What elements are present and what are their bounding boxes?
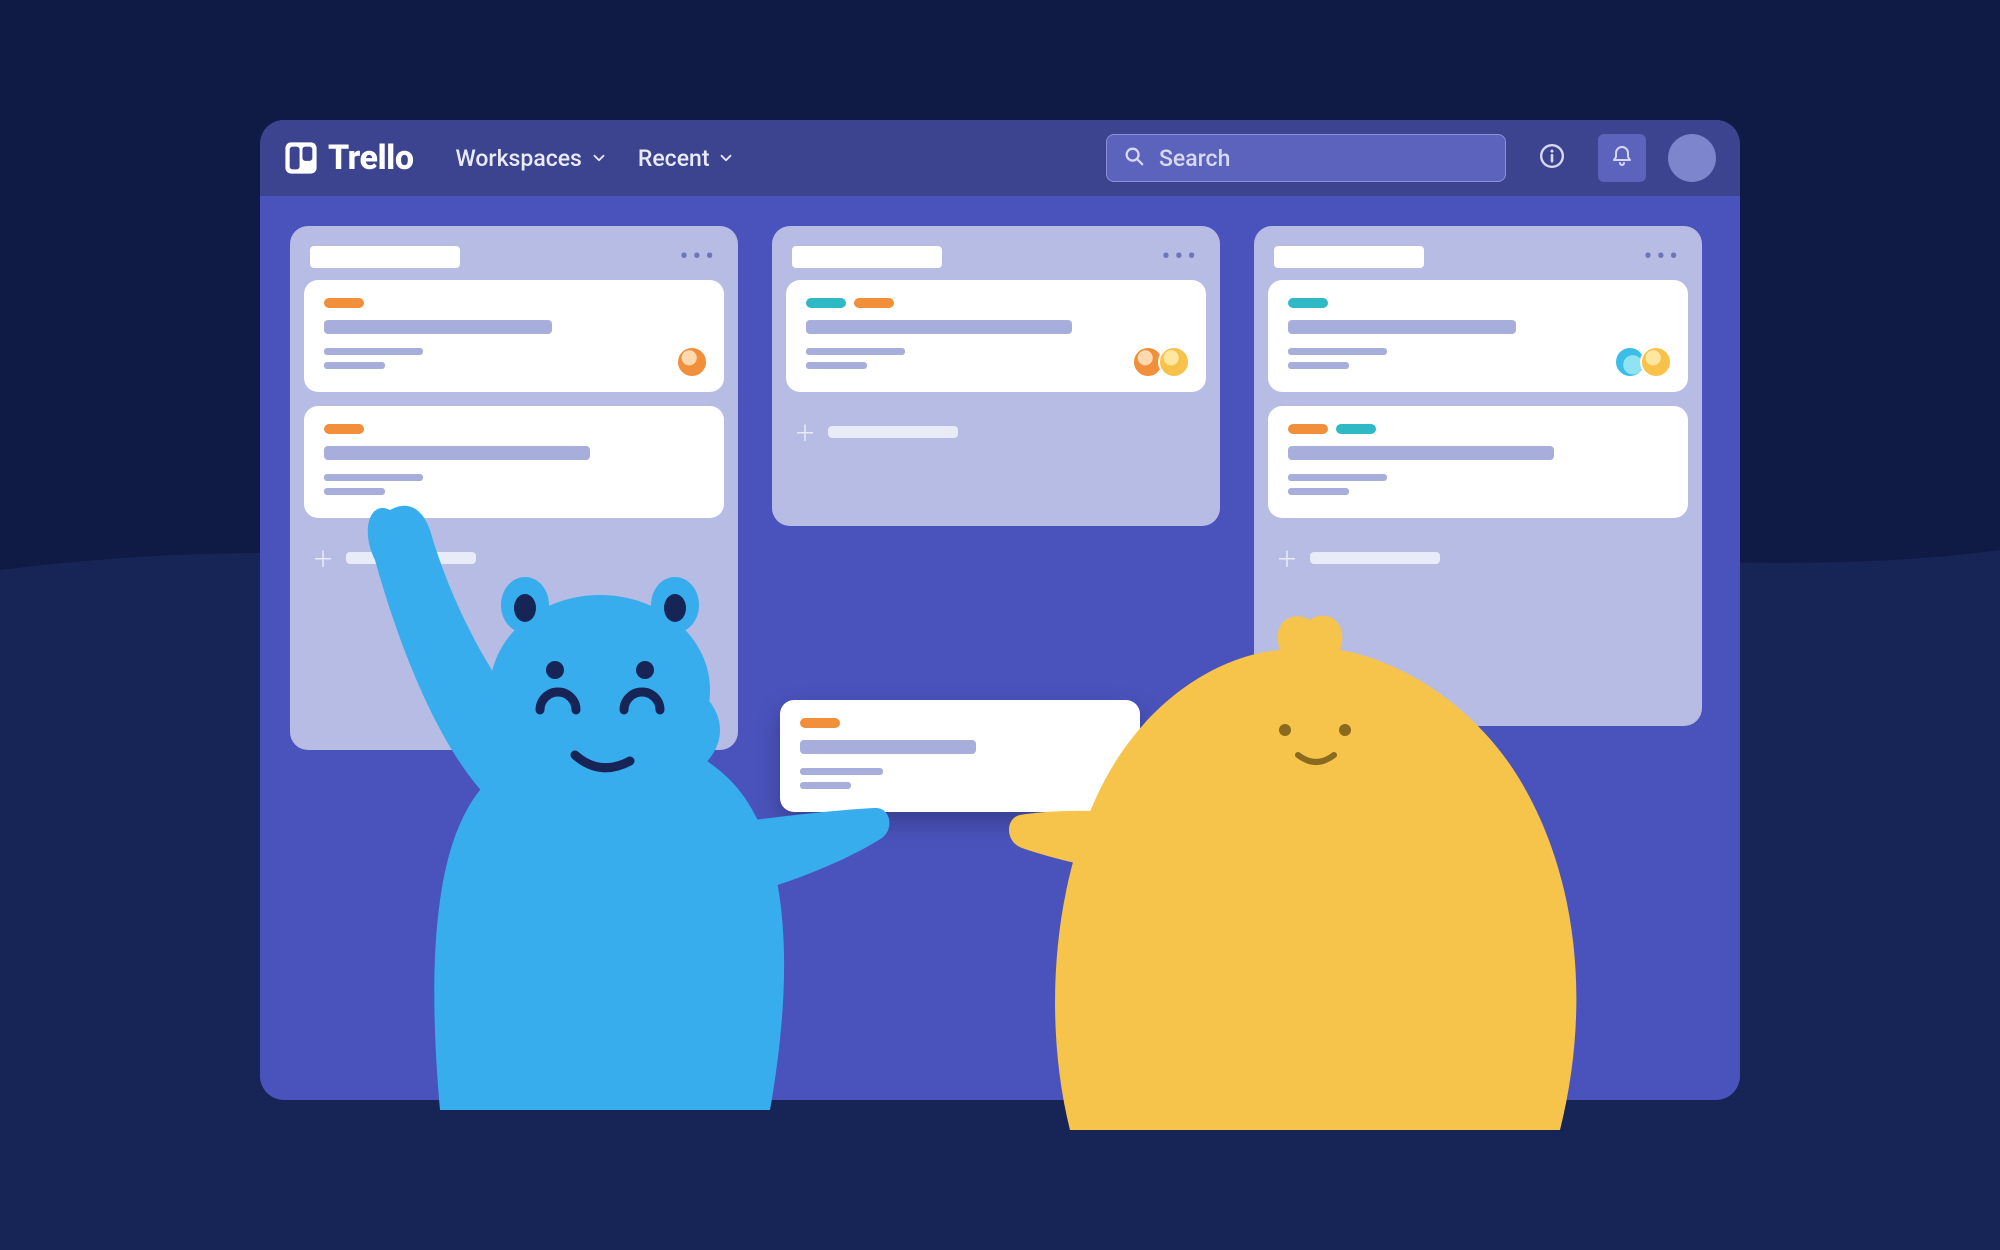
card-title (806, 320, 1072, 334)
list-menu-button[interactable]: ••• (680, 253, 718, 261)
nav-workspaces[interactable]: Workspaces (455, 145, 607, 172)
plus-icon: ＋ (1276, 542, 1298, 574)
list-menu-button[interactable]: ••• (1162, 253, 1200, 261)
list-header: ••• (304, 240, 724, 280)
card[interactable] (1268, 280, 1688, 392)
card-members (1614, 346, 1672, 378)
nav: Workspaces Recent (455, 145, 735, 172)
topbar: Trello Workspaces Recent Search (260, 120, 1740, 196)
card-labels (324, 424, 704, 434)
card-description (1288, 474, 1668, 495)
card-description (1288, 348, 1668, 369)
member-avatar[interactable] (1640, 346, 1672, 378)
card-title (1288, 446, 1554, 460)
info-icon (1539, 143, 1565, 173)
nav-recent[interactable]: Recent (638, 145, 736, 172)
card-members (676, 346, 708, 378)
character-hippo (330, 470, 890, 1110)
bell-icon (1610, 144, 1634, 172)
user-avatar[interactable] (1668, 134, 1716, 182)
brand[interactable]: Trello (284, 138, 413, 178)
add-card-placeholder (1310, 552, 1440, 564)
label-orange (854, 298, 894, 308)
brand-name: Trello (328, 138, 413, 178)
label-teal (806, 298, 846, 308)
label-orange (324, 298, 364, 308)
label-teal (1336, 424, 1376, 434)
add-card-placeholder (828, 426, 958, 438)
card-description (324, 348, 704, 369)
character-blob (1000, 610, 1620, 1130)
card-title (1288, 320, 1516, 334)
list-title[interactable] (1274, 246, 1424, 268)
chevron-down-icon (590, 149, 608, 167)
card[interactable] (786, 280, 1206, 392)
label-orange (324, 424, 364, 434)
nav-workspaces-label: Workspaces (455, 145, 581, 172)
list-header: ••• (1268, 240, 1688, 280)
card-labels (1288, 424, 1668, 434)
add-card-button[interactable]: ＋ (786, 406, 1206, 452)
member-avatar[interactable] (1158, 346, 1190, 378)
card-members (1132, 346, 1190, 378)
search-icon (1123, 145, 1145, 171)
label-teal (1288, 298, 1328, 308)
trello-logo-icon (284, 141, 318, 175)
card-labels (806, 298, 1186, 308)
search-input[interactable]: Search (1106, 134, 1506, 182)
list-title[interactable] (792, 246, 942, 268)
card-description (806, 348, 1186, 369)
card[interactable] (304, 280, 724, 392)
card-labels (1288, 298, 1668, 308)
add-card-button[interactable]: ＋ (1268, 532, 1688, 578)
member-avatar[interactable] (676, 346, 708, 378)
chevron-down-icon (717, 149, 735, 167)
search-placeholder: Search (1159, 145, 1230, 172)
label-orange (1288, 424, 1328, 434)
plus-icon: ＋ (794, 416, 816, 448)
card-labels (324, 298, 704, 308)
card-title (324, 320, 552, 334)
list-header: ••• (786, 240, 1206, 280)
list-menu-button[interactable]: ••• (1644, 253, 1682, 261)
info-button[interactable] (1528, 134, 1576, 182)
card[interactable] (1268, 406, 1688, 518)
card-title (324, 446, 590, 460)
list-title[interactable] (310, 246, 460, 268)
nav-recent-label: Recent (638, 145, 710, 172)
notifications-button[interactable] (1598, 134, 1646, 182)
